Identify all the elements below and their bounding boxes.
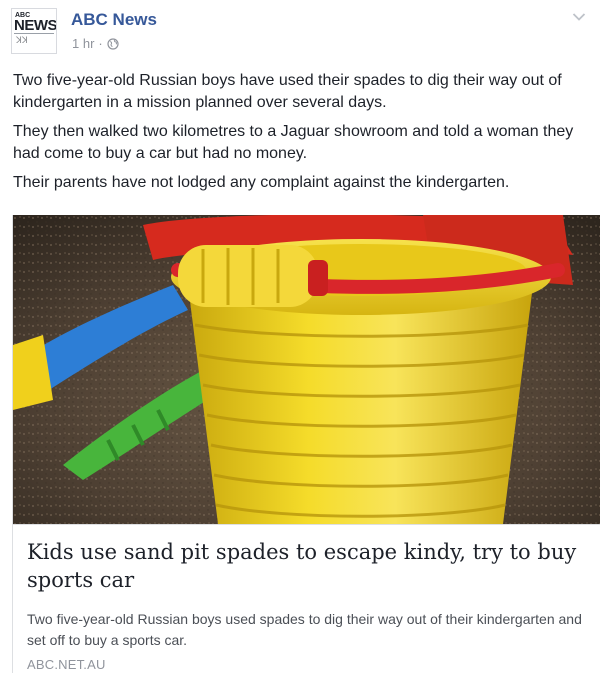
post-paragraph: Their parents have not lodged any compla… — [13, 174, 510, 191]
post-message: Two five-year-old Russian boys have used… — [13, 70, 593, 201]
link-preview-card[interactable]: Kids use sand pit spades to escape kindy… — [12, 215, 600, 673]
link-title[interactable]: Kids use sand pit spades to escape kindy… — [27, 538, 587, 594]
post-paragraph: They then walked two kilometres to a Jag… — [13, 123, 574, 162]
avatar-sub-mark: ꓘꓘ — [16, 35, 28, 45]
avatar-logo-text: NEWS — [14, 17, 57, 34]
link-preview-image[interactable] — [13, 215, 600, 524]
post-meta: 1 hr · — [72, 36, 119, 51]
link-domain: ABC.NET.AU — [27, 657, 106, 672]
globe-icon[interactable] — [107, 37, 119, 50]
link-preview-caption[interactable]: Kids use sand pit spades to escape kindy… — [13, 524, 600, 673]
page-name-link[interactable]: ABC News — [71, 10, 157, 30]
avatar-divider — [14, 33, 54, 34]
chevron-down-icon[interactable] — [572, 12, 586, 22]
post-paragraph: Two five-year-old Russian boys have used… — [13, 72, 562, 111]
facebook-post: ABC NEWS ꓘꓘ ABC News 1 hr · Two five-yea… — [0, 0, 600, 673]
link-description: Two five-year-old Russian boys used spad… — [27, 611, 582, 648]
page-avatar[interactable]: ABC NEWS ꓘꓘ — [11, 8, 57, 54]
post-timestamp[interactable]: 1 hr — [72, 36, 94, 51]
meta-separator: · — [98, 36, 103, 51]
